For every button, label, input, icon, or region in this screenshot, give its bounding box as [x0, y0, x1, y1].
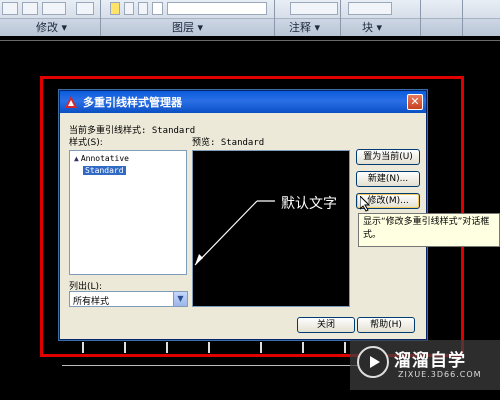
- ruler-tick: [166, 342, 168, 353]
- arrowhead-icon: [195, 254, 203, 265]
- ribbon-tool-button[interactable]: [22, 2, 38, 15]
- list-filter-value: 所有样式: [73, 297, 110, 307]
- close-icon[interactable]: ✕: [407, 94, 423, 110]
- ruler-tick: [302, 342, 304, 353]
- tooltip-line: 显示“修改多重引线样式”对话框: [363, 217, 490, 227]
- watermark: 溜溜自学 ZIXUE.3D66.COM: [350, 340, 500, 390]
- leader-preview-graphic: [194, 200, 275, 266]
- panel-divider: [462, 0, 463, 36]
- new-style-button[interactable]: 新建(N)...: [356, 171, 420, 187]
- ribbon-tool-button[interactable]: [76, 2, 94, 15]
- ribbon-tool-button[interactable]: [2, 2, 18, 15]
- ribbon-panel-bar: [0, 18, 500, 36]
- styles-list[interactable]: ▲ Annotative Standard: [69, 150, 187, 275]
- watermark-name: 溜溜自学: [394, 351, 466, 371]
- list-item[interactable]: Standard: [83, 166, 126, 175]
- lock-icon[interactable]: [138, 2, 148, 15]
- close-button[interactable]: 关闭: [297, 317, 355, 333]
- panel-annotation-label[interactable]: 注释 ▾: [289, 19, 320, 35]
- lightbulb-icon[interactable]: [110, 2, 120, 15]
- ruler-tick: [124, 342, 126, 353]
- ribbon-tool-button[interactable]: [42, 2, 66, 15]
- help-button[interactable]: 帮助(H): [357, 317, 415, 333]
- dialog-titlebar[interactable]: 多重引线样式管理器: [60, 91, 426, 113]
- panel-modify-label[interactable]: 修改 ▾: [36, 19, 67, 35]
- sun-icon[interactable]: [124, 2, 134, 15]
- ruler-tick: [260, 342, 262, 353]
- preview-label: 预览: Standard: [192, 138, 265, 148]
- layer-dropdown[interactable]: [167, 2, 267, 15]
- ruler-baseline: [62, 365, 362, 366]
- panel-block-label[interactable]: 块 ▾: [362, 19, 382, 35]
- modify-button-tooltip: 显示“修改多重引线样式”对话框 式。: [358, 213, 500, 247]
- panel-divider: [100, 0, 101, 36]
- annotation-tool-button[interactable]: [290, 2, 338, 15]
- watermark-url: ZIXUE.3D66.COM: [398, 370, 482, 379]
- play-logo-icon: [357, 346, 389, 378]
- tooltip-line: 式。: [363, 230, 382, 240]
- set-current-button[interactable]: 置为当前(U): [356, 149, 420, 165]
- panel-divider: [340, 0, 341, 36]
- styles-label: 样式(S):: [69, 138, 103, 148]
- autocad-logo-icon: [64, 95, 78, 109]
- ribbon-toolbar: [0, 0, 500, 18]
- panel-divider: [274, 0, 275, 36]
- cursor-icon: [360, 196, 370, 212]
- preview-default-text: 默认文字: [281, 196, 337, 212]
- dialog-title: 多重引线样式管理器: [83, 96, 182, 109]
- list-filter-select[interactable]: 所有样式 ▼: [69, 291, 188, 307]
- ruler-tick: [208, 342, 210, 353]
- ruler-tick: [82, 342, 84, 353]
- ruler-tick: [344, 342, 346, 353]
- list-item[interactable]: ▲ Annotative: [74, 154, 129, 163]
- ribbon: 修改 ▾ 图层 ▾ 注释 ▾ 块 ▾: [0, 0, 500, 36]
- annotative-icon: ▲: [74, 154, 79, 163]
- panel-layer-label[interactable]: 图层 ▾: [172, 19, 203, 35]
- chevron-down-icon[interactable]: ▼: [173, 292, 187, 306]
- drawing-scale-bar: [62, 340, 362, 370]
- block-tool-button[interactable]: [348, 2, 392, 15]
- style-preview-pane: 默认文字: [192, 150, 350, 307]
- leader-line: [194, 200, 258, 266]
- color-swatch-icon[interactable]: [152, 2, 163, 15]
- panel-divider: [420, 0, 421, 36]
- drawing-limit-line: [0, 40, 500, 41]
